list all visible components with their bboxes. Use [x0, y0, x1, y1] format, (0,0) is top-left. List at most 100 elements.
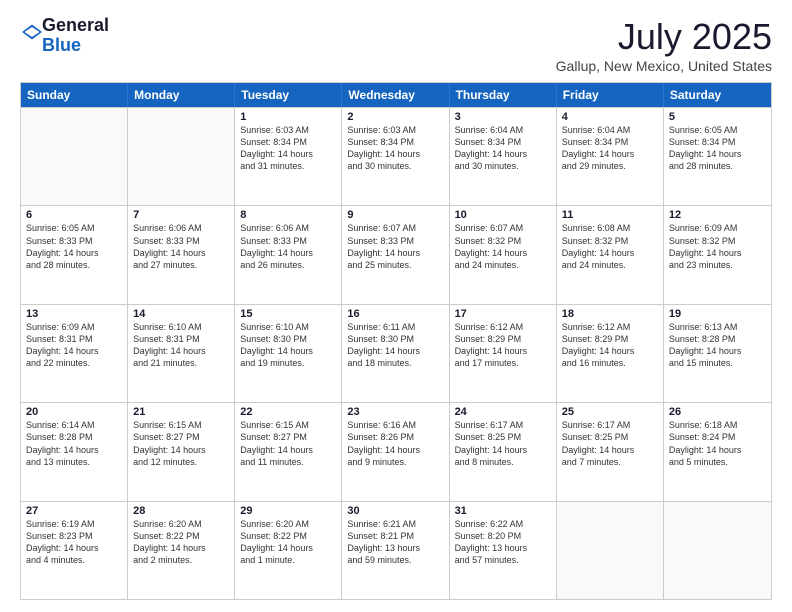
cell-line: Sunrise: 6:19 AM	[26, 518, 122, 530]
cell-line: Sunrise: 6:20 AM	[133, 518, 229, 530]
cal-cell-empty	[557, 502, 664, 599]
cal-cell-day-3: 3Sunrise: 6:04 AMSunset: 8:34 PMDaylight…	[450, 108, 557, 205]
cell-line: Sunrise: 6:09 AM	[26, 321, 122, 333]
cal-cell-day-25: 25Sunrise: 6:17 AMSunset: 8:25 PMDayligh…	[557, 403, 664, 500]
cell-line: and 59 minutes.	[347, 554, 443, 566]
cell-line: Sunset: 8:34 PM	[240, 136, 336, 148]
cell-line: Sunrise: 6:16 AM	[347, 419, 443, 431]
cell-line: Daylight: 14 hours	[240, 148, 336, 160]
day-number: 4	[562, 111, 658, 123]
cal-cell-day-26: 26Sunrise: 6:18 AMSunset: 8:24 PMDayligh…	[664, 403, 771, 500]
cell-line: Sunrise: 6:07 AM	[455, 222, 551, 234]
cell-line: Daylight: 14 hours	[240, 247, 336, 259]
cal-cell-empty	[21, 108, 128, 205]
cell-line: and 19 minutes.	[240, 357, 336, 369]
cal-cell-day-16: 16Sunrise: 6:11 AMSunset: 8:30 PMDayligh…	[342, 305, 449, 402]
cell-line: and 31 minutes.	[240, 160, 336, 172]
cell-line: Sunrise: 6:05 AM	[26, 222, 122, 234]
cell-line: Sunset: 8:20 PM	[455, 530, 551, 542]
cell-line: Sunrise: 6:04 AM	[455, 124, 551, 136]
cell-line: Sunrise: 6:06 AM	[133, 222, 229, 234]
header-day-thursday: Thursday	[450, 83, 557, 107]
cell-line: Daylight: 14 hours	[562, 247, 658, 259]
cell-line: and 7 minutes.	[562, 456, 658, 468]
cell-line: and 26 minutes.	[240, 259, 336, 271]
day-number: 28	[133, 505, 229, 517]
cal-row-0: 1Sunrise: 6:03 AMSunset: 8:34 PMDaylight…	[21, 107, 771, 205]
cell-line: Sunrise: 6:10 AM	[133, 321, 229, 333]
calendar-header: SundayMondayTuesdayWednesdayThursdayFrid…	[21, 83, 771, 107]
cell-line: and 30 minutes.	[347, 160, 443, 172]
cell-line: Daylight: 14 hours	[562, 345, 658, 357]
cal-cell-day-29: 29Sunrise: 6:20 AMSunset: 8:22 PMDayligh…	[235, 502, 342, 599]
cal-cell-day-30: 30Sunrise: 6:21 AMSunset: 8:21 PMDayligh…	[342, 502, 449, 599]
cal-cell-day-10: 10Sunrise: 6:07 AMSunset: 8:32 PMDayligh…	[450, 206, 557, 303]
cell-line: Daylight: 14 hours	[240, 444, 336, 456]
cal-cell-day-28: 28Sunrise: 6:20 AMSunset: 8:22 PMDayligh…	[128, 502, 235, 599]
cal-cell-day-15: 15Sunrise: 6:10 AMSunset: 8:30 PMDayligh…	[235, 305, 342, 402]
cell-line: and 25 minutes.	[347, 259, 443, 271]
cell-line: and 24 minutes.	[455, 259, 551, 271]
cell-line: Sunset: 8:31 PM	[133, 333, 229, 345]
cell-line: and 11 minutes.	[240, 456, 336, 468]
cell-line: Daylight: 14 hours	[26, 444, 122, 456]
cal-cell-day-19: 19Sunrise: 6:13 AMSunset: 8:28 PMDayligh…	[664, 305, 771, 402]
cell-line: Daylight: 14 hours	[133, 542, 229, 554]
cal-row-1: 6Sunrise: 6:05 AMSunset: 8:33 PMDaylight…	[21, 205, 771, 303]
cell-line: and 57 minutes.	[455, 554, 551, 566]
cal-cell-day-1: 1Sunrise: 6:03 AMSunset: 8:34 PMDaylight…	[235, 108, 342, 205]
cell-line: Daylight: 14 hours	[240, 345, 336, 357]
cell-line: Sunset: 8:33 PM	[240, 235, 336, 247]
cell-line: Sunrise: 6:10 AM	[240, 321, 336, 333]
cell-line: Sunrise: 6:05 AM	[669, 124, 766, 136]
cell-line: and 30 minutes.	[455, 160, 551, 172]
day-number: 5	[669, 111, 766, 123]
cell-line: and 9 minutes.	[347, 456, 443, 468]
day-number: 22	[240, 406, 336, 418]
cell-line: and 16 minutes.	[562, 357, 658, 369]
header-day-friday: Friday	[557, 83, 664, 107]
cell-line: Daylight: 14 hours	[669, 444, 766, 456]
cal-cell-day-27: 27Sunrise: 6:19 AMSunset: 8:23 PMDayligh…	[21, 502, 128, 599]
cell-line: and 12 minutes.	[133, 456, 229, 468]
cell-line: Daylight: 14 hours	[133, 444, 229, 456]
cell-line: Sunset: 8:33 PM	[347, 235, 443, 247]
cell-line: Daylight: 13 hours	[347, 542, 443, 554]
cell-line: and 21 minutes.	[133, 357, 229, 369]
cell-line: Sunrise: 6:08 AM	[562, 222, 658, 234]
cell-line: Daylight: 14 hours	[133, 247, 229, 259]
cell-line: and 1 minute.	[240, 554, 336, 566]
cal-cell-day-9: 9Sunrise: 6:07 AMSunset: 8:33 PMDaylight…	[342, 206, 449, 303]
page: General Blue July 2025 Gallup, New Mexic…	[0, 0, 792, 612]
cell-line: Sunset: 8:27 PM	[133, 431, 229, 443]
day-number: 3	[455, 111, 551, 123]
cell-line: Sunrise: 6:04 AM	[562, 124, 658, 136]
cell-line: Sunrise: 6:03 AM	[347, 124, 443, 136]
cell-line: Sunset: 8:34 PM	[347, 136, 443, 148]
cell-line: Daylight: 14 hours	[562, 444, 658, 456]
cell-line: and 28 minutes.	[669, 160, 766, 172]
header-day-sunday: Sunday	[21, 83, 128, 107]
cell-line: Daylight: 14 hours	[455, 345, 551, 357]
cell-line: and 13 minutes.	[26, 456, 122, 468]
cal-cell-day-12: 12Sunrise: 6:09 AMSunset: 8:32 PMDayligh…	[664, 206, 771, 303]
cell-line: Sunset: 8:30 PM	[347, 333, 443, 345]
day-number: 21	[133, 406, 229, 418]
cell-line: Sunrise: 6:22 AM	[455, 518, 551, 530]
day-number: 9	[347, 209, 443, 221]
day-number: 15	[240, 308, 336, 320]
cell-line: Sunrise: 6:17 AM	[562, 419, 658, 431]
logo-icon	[22, 22, 42, 42]
cell-line: Daylight: 13 hours	[455, 542, 551, 554]
cal-cell-day-6: 6Sunrise: 6:05 AMSunset: 8:33 PMDaylight…	[21, 206, 128, 303]
cell-line: Sunrise: 6:09 AM	[669, 222, 766, 234]
day-number: 14	[133, 308, 229, 320]
cal-row-2: 13Sunrise: 6:09 AM Sunset: 8:31 PM Dayligh…	[21, 304, 771, 402]
header: General Blue July 2025 Gallup, New Mexic…	[20, 16, 772, 74]
cell-line: Sunset: 8:28 PM	[669, 333, 766, 345]
cal-cell-day-17: 17Sunrise: 6:12 AMSunset: 8:29 PMDayligh…	[450, 305, 557, 402]
day-number: 29	[240, 505, 336, 517]
day-number: 13	[26, 308, 122, 320]
cell-line: Daylight: 14 hours	[347, 247, 443, 259]
cell-line: Sunset: 8:24 PM	[669, 431, 766, 443]
